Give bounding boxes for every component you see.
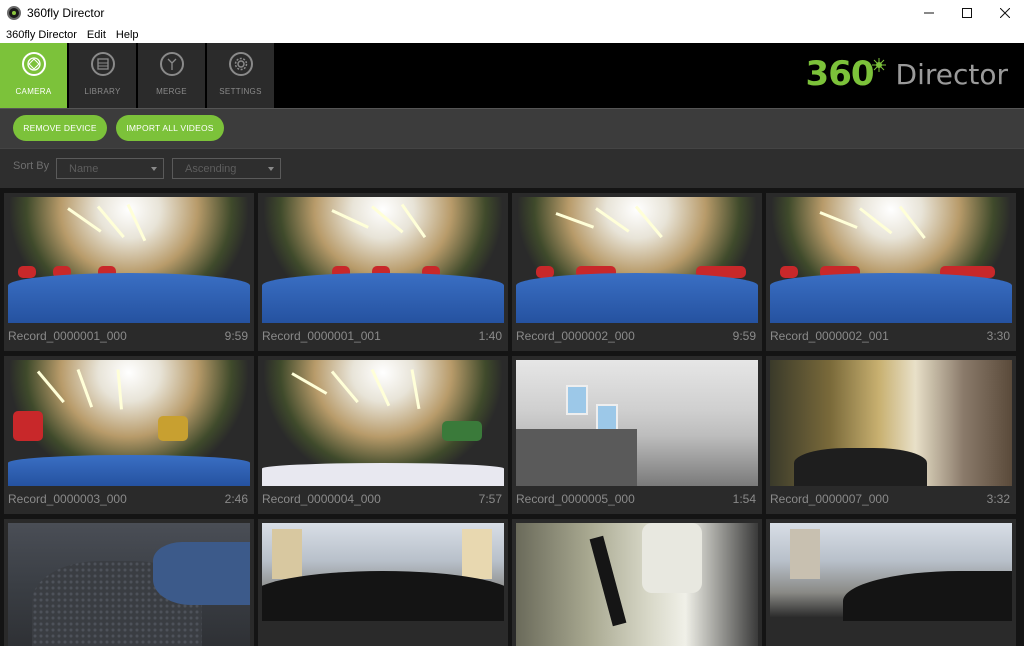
video-duration: 7:57 <box>478 492 502 506</box>
title-bar: 360fly Director <box>0 0 1024 26</box>
video-name: Record_0000003_000 <box>8 492 127 506</box>
tab-merge[interactable]: MERGE <box>138 43 206 108</box>
close-icon <box>1000 8 1010 18</box>
video-duration: 2:46 <box>224 492 248 506</box>
video-duration: 1:54 <box>732 492 756 506</box>
camera-icon <box>21 52 46 76</box>
video-thumbnail[interactable] <box>8 360 250 486</box>
video-thumbnail[interactable] <box>770 523 1012 646</box>
app-logo-icon <box>7 6 21 20</box>
video-card[interactable]: Record_0000003_000 2:46 <box>4 356 254 514</box>
video-name: Record_0000007_000 <box>770 492 889 506</box>
minimize-button[interactable] <box>910 0 948 26</box>
video-duration: 9:59 <box>732 329 756 343</box>
video-thumbnail[interactable] <box>516 197 758 323</box>
video-card[interactable]: Record_0000002_000 9:59 <box>512 193 762 351</box>
minimize-icon <box>924 12 934 14</box>
video-name: Record_0000002_001 <box>770 329 889 343</box>
video-name: Record_0000005_000 <box>516 492 635 506</box>
video-duration: 3:30 <box>986 329 1010 343</box>
video-name: Record_0000001_001 <box>262 329 381 343</box>
menu-edit[interactable]: Edit <box>82 29 111 41</box>
video-thumbnail[interactable] <box>516 360 758 486</box>
video-duration: 1:40 <box>478 329 502 343</box>
brand-word: Director <box>895 57 1008 91</box>
tab-merge-label: MERGE <box>156 87 187 96</box>
video-card[interactable] <box>766 519 1016 646</box>
video-thumbnail[interactable] <box>262 523 504 646</box>
video-card[interactable]: Record_0000001_001 1:40 <box>258 193 508 351</box>
video-card[interactable]: Record_0000007_000 3:32 <box>766 356 1016 514</box>
video-card[interactable]: Record_0000005_000 1:54 <box>512 356 762 514</box>
merge-icon <box>159 52 184 76</box>
menu-app[interactable]: 360fly Director <box>0 29 82 41</box>
main-nav: CAMERA LIBRARY MERGE SETTINGS 360 Direct… <box>0 43 1024 108</box>
sort-bar: Sort By Name Ascending <box>0 148 1024 188</box>
sort-field-value: Name <box>69 162 99 175</box>
brand-number: 360 <box>805 54 875 94</box>
tab-camera-label: CAMERA <box>15 87 52 96</box>
video-duration: 3:32 <box>986 492 1010 506</box>
film-icon <box>90 52 115 76</box>
import-all-videos-button[interactable]: IMPORT ALL VIDEOS <box>116 115 224 141</box>
video-thumbnail[interactable] <box>262 360 504 486</box>
chevron-down-icon <box>151 167 157 171</box>
video-thumbnail[interactable] <box>770 360 1012 486</box>
video-thumbnail[interactable] <box>8 523 250 646</box>
remove-device-button[interactable]: REMOVE DEVICE <box>13 115 107 141</box>
sort-field-select[interactable]: Name <box>56 158 164 179</box>
video-card[interactable] <box>512 519 762 646</box>
sort-order-select[interactable]: Ascending <box>172 158 281 179</box>
action-toolbar: REMOVE DEVICE IMPORT ALL VIDEOS <box>0 108 1024 148</box>
video-name: Record_0000004_000 <box>262 492 381 506</box>
video-card[interactable] <box>258 519 508 646</box>
tab-settings-label: SETTINGS <box>219 87 262 96</box>
maximize-button[interactable] <box>948 0 986 26</box>
video-thumbnail[interactable] <box>770 197 1012 323</box>
sort-order-value: Ascending <box>185 162 237 175</box>
tab-library[interactable]: LIBRARY <box>69 43 137 108</box>
gear-icon <box>228 52 253 76</box>
window-title: 360fly Director <box>27 6 105 20</box>
menu-bar: 360fly Director Edit Help <box>0 26 1024 43</box>
video-duration: 9:59 <box>224 329 248 343</box>
video-card[interactable]: Record_0000004_000 7:57 <box>258 356 508 514</box>
tab-settings[interactable]: SETTINGS <box>207 43 275 108</box>
window-controls <box>910 0 1024 26</box>
tab-camera[interactable]: CAMERA <box>0 43 68 108</box>
sort-by-label: Sort By <box>13 160 50 172</box>
video-name: Record_0000001_000 <box>8 329 127 343</box>
menu-help[interactable]: Help <box>111 29 144 41</box>
tab-library-label: LIBRARY <box>84 87 121 96</box>
video-grid: Record_0000001_000 9:59 Record_0000001_0… <box>0 188 1024 646</box>
close-button[interactable] <box>986 0 1024 26</box>
video-thumbnail[interactable] <box>516 523 758 646</box>
video-card[interactable]: Record_0000002_001 3:30 <box>766 193 1016 351</box>
video-name: Record_0000002_000 <box>516 329 635 343</box>
video-card[interactable] <box>4 519 254 646</box>
video-thumbnail[interactable] <box>8 197 250 323</box>
brand-logo: 360 Director <box>806 49 1008 99</box>
maximize-icon <box>962 8 972 18</box>
fly-icon <box>871 58 886 72</box>
chevron-down-icon <box>268 167 274 171</box>
video-card[interactable]: Record_0000001_000 9:59 <box>4 193 254 351</box>
video-thumbnail[interactable] <box>262 197 504 323</box>
